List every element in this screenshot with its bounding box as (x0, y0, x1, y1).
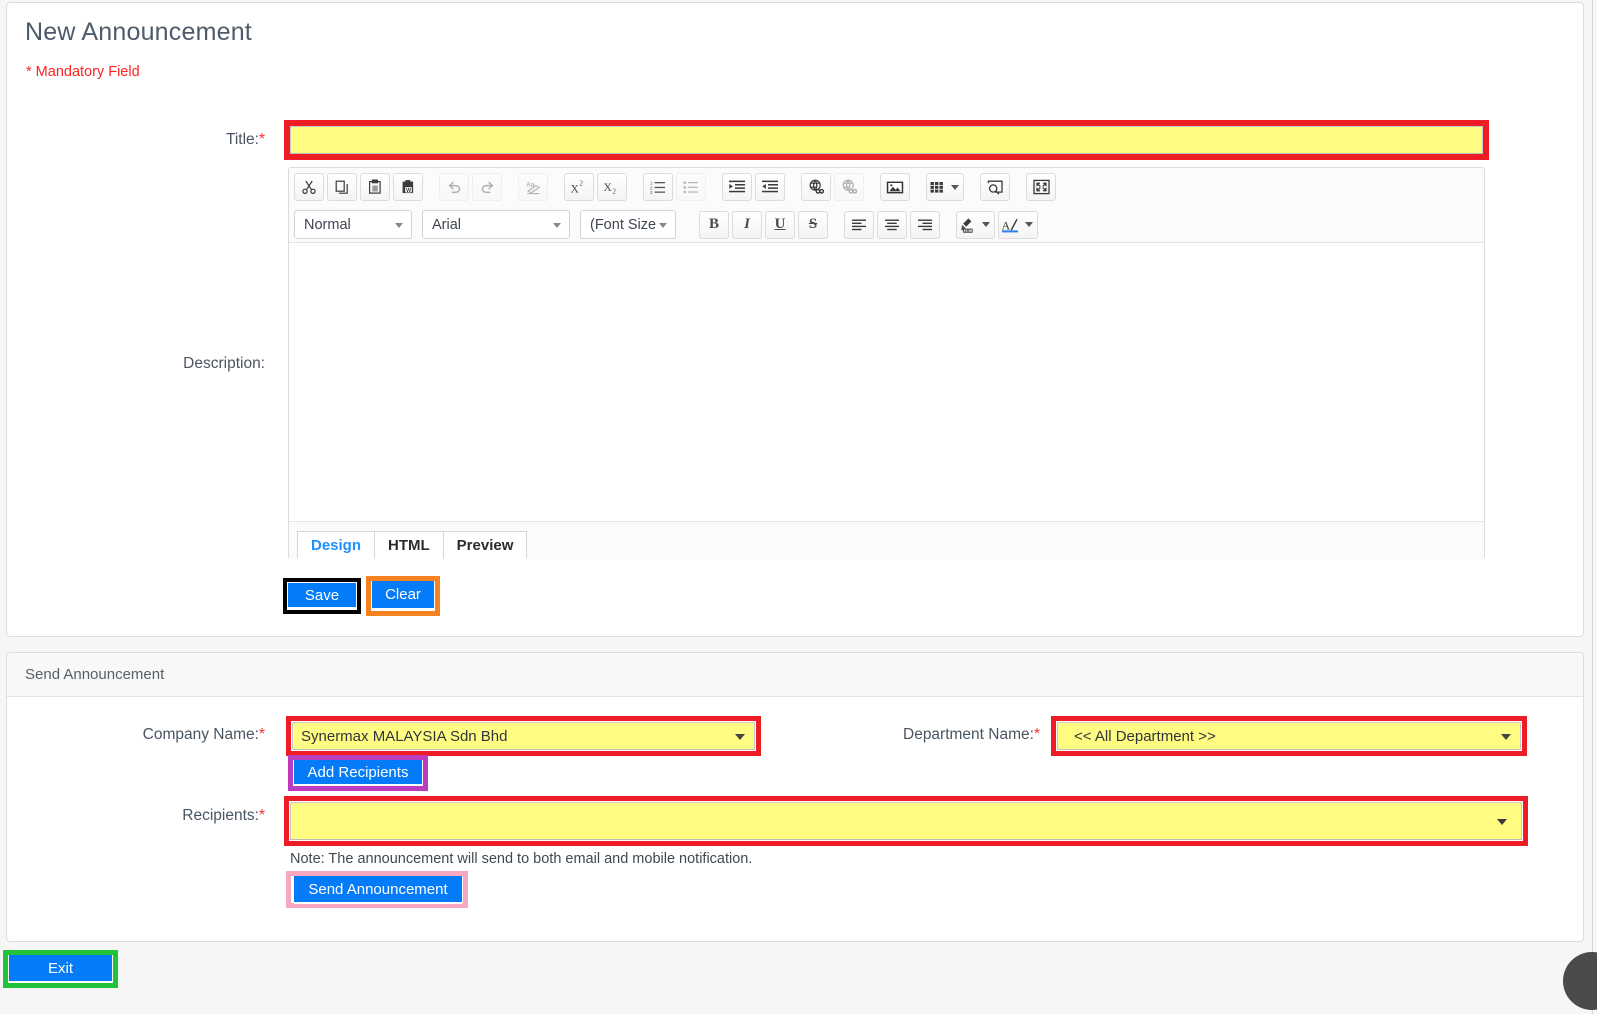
send-announcement-header: Send Announcement (7, 653, 1583, 697)
svg-text:ABC: ABC (964, 228, 972, 232)
chevron-down-icon (659, 223, 667, 228)
indent-icon[interactable] (722, 173, 752, 201)
numbered-list-icon[interactable]: 123 (643, 173, 673, 201)
cut-icon[interactable] (294, 173, 324, 201)
department-required-asterisk: * (1033, 726, 1040, 743)
clear-button[interactable]: Clear (372, 581, 434, 610)
department-name-label: Department Name:* (903, 726, 1040, 743)
italic-icon[interactable]: I (732, 210, 762, 239)
exit-button[interactable]: Exit (9, 955, 112, 983)
chevron-down-icon (553, 223, 561, 228)
send-announcement-panel: Send Announcement (6, 652, 1584, 942)
title-required-asterisk: * (258, 131, 265, 148)
bold-icon[interactable]: B (699, 210, 729, 239)
paragraph-format-select[interactable]: Normal (294, 210, 412, 239)
subscript-icon[interactable]: X2 (597, 173, 627, 201)
underline-icon[interactable]: U (765, 210, 795, 239)
department-name-select[interactable]: << All Department >> (1057, 722, 1521, 750)
svg-text:3: 3 (650, 190, 653, 195)
company-name-label: Company Name:* (142, 726, 265, 743)
insert-image-icon[interactable] (880, 173, 910, 201)
chevron-down-icon (1497, 819, 1507, 825)
align-center-icon[interactable] (877, 210, 907, 239)
redo-icon[interactable] (472, 173, 502, 201)
highlight-color-icon[interactable]: ABC (956, 210, 995, 239)
recipients-label: Recipients:* (182, 807, 265, 824)
description-editor: W Aa X2 X2 1 2 3 Normal Arial (Font Size… (288, 167, 1485, 559)
announcement-page: New Announcement * Mandatory Field Title… (0, 0, 1597, 1014)
company-name-value: Synermax MALAYSIA Sdn Bhd (301, 727, 508, 745)
recipients-multiselect[interactable] (290, 802, 1522, 840)
insert-link-icon[interactable] (801, 173, 831, 201)
unlink-icon[interactable] (834, 173, 864, 201)
floating-action-button[interactable] (1563, 952, 1597, 1010)
add-recipients-button[interactable]: Add Recipients (294, 760, 422, 786)
svg-text:X: X (571, 184, 580, 196)
send-announcement-header-label: Send Announcement (25, 666, 165, 683)
editor-toolbar: W Aa X2 X2 1 2 3 Normal Arial (Font Size… (289, 168, 1484, 243)
save-button[interactable]: Save (288, 583, 356, 609)
svg-text:W: W (406, 188, 411, 194)
text-color-icon[interactable]: A (998, 210, 1038, 239)
insert-table-icon[interactable] (926, 173, 964, 201)
chevron-down-icon (735, 734, 745, 740)
paste-icon[interactable] (360, 173, 390, 201)
outdent-icon[interactable] (755, 173, 785, 201)
chevron-down-icon[interactable] (982, 222, 990, 227)
chevron-down-icon (1501, 734, 1511, 740)
paste-from-word-icon[interactable]: W (393, 173, 423, 201)
description-body[interactable] (289, 243, 1484, 521)
company-name-select[interactable]: Synermax MALAYSIA Sdn Bhd (292, 722, 755, 750)
svg-text:X: X (604, 182, 613, 194)
font-family-select[interactable]: Arial (422, 210, 570, 239)
description-label: Description: (183, 355, 265, 372)
chevron-down-icon[interactable] (1025, 222, 1033, 227)
tab-html[interactable]: HTML (374, 531, 444, 559)
title-label: Title:* (225, 131, 265, 148)
title-input[interactable] (290, 126, 1483, 154)
find-replace-icon[interactable] (980, 173, 1010, 201)
recipients-required-asterisk: * (258, 807, 265, 824)
department-name-value: << All Department >> (1074, 727, 1216, 745)
editor-view-tabs: Design HTML Preview (289, 521, 1484, 559)
mandatory-field-note: * Mandatory Field (26, 64, 140, 80)
page-right-rule (1592, 0, 1593, 1014)
tab-design[interactable]: Design (297, 531, 376, 559)
strikethrough-icon[interactable]: S (798, 210, 828, 239)
bulleted-list-icon[interactable] (676, 173, 706, 201)
align-left-icon[interactable] (844, 210, 874, 239)
recipients-note: Note: The announcement will send to both… (290, 851, 753, 867)
chevron-down-icon (395, 223, 403, 228)
align-right-icon[interactable] (910, 210, 940, 239)
fullscreen-icon[interactable] (1026, 173, 1056, 201)
table-dropdown-caret[interactable] (951, 184, 959, 190)
svg-text:2: 2 (613, 188, 617, 195)
send-announcement-button[interactable]: Send Announcement (294, 876, 462, 904)
undo-icon[interactable] (439, 173, 469, 201)
remove-format-icon[interactable]: Aa (518, 173, 548, 201)
copy-icon[interactable] (327, 173, 357, 201)
font-size-select[interactable]: (Font Size (580, 210, 676, 239)
company-required-asterisk: * (258, 726, 265, 743)
tab-preview[interactable]: Preview (442, 531, 528, 559)
page-title: New Announcement (25, 18, 252, 46)
svg-text:A: A (1002, 218, 1011, 232)
superscript-icon[interactable]: X2 (564, 173, 594, 201)
svg-text:2: 2 (580, 180, 584, 188)
